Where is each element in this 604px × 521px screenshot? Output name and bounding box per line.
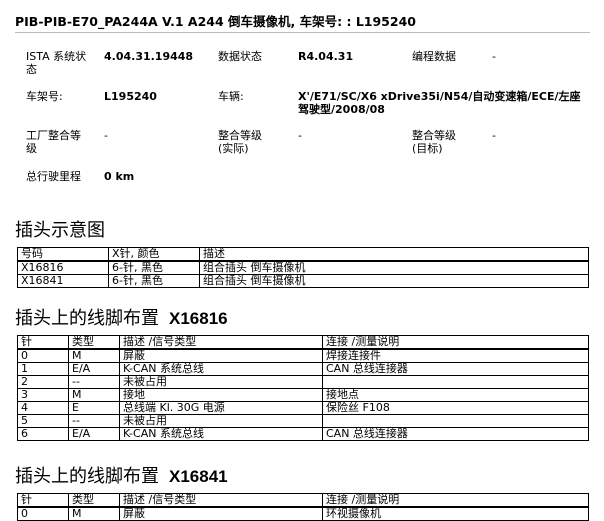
table-cell: 2 [17,375,69,389]
mileage-label: 总行驶里程 [26,170,81,183]
vehicle-value: X'/E71/SC/X6 xDrive35i/N54/自动变速箱/ECE/左座驾… [298,90,581,116]
table-row: 0 M 屏蔽 环视摄像机 [17,506,589,521]
table-row: 3 M 接地 接地点 [17,388,589,402]
table-cell [322,375,589,389]
column-header: 连接 /测量说明 [322,335,589,350]
table-cell: E/A [68,427,120,441]
table-cell: 组合插头 倒车摄像机 [199,274,589,288]
table-cell: 未被占用 [119,414,323,428]
table-header-row: 号码 X针, 颜色 描述 [17,247,589,262]
column-header: 描述 [199,247,589,262]
table-cell: 0 [17,506,69,521]
ista-status-label: ISTA 系统状态 [26,50,87,76]
target-integration-label: 整合等级 (目标) [412,129,456,155]
column-header: 类型 [68,493,120,508]
title-divider [15,32,590,33]
factory-integration-label: 工厂整合等级 [26,129,81,155]
table-cell: 未被占用 [119,375,323,389]
table-cell: E/A [68,362,120,376]
pinout-table: 针 类型 描述 /信号类型 连接 /测量说明 0 M 屏蔽 焊接连接件 1 E/… [17,335,589,441]
vin-value: L195240 [104,90,157,103]
pinout-heading-text: 插头上的线脚布置 [15,308,159,329]
table-cell: M [68,388,120,402]
table-cell: X16841 [17,274,109,288]
column-header: 连接 /测量说明 [322,493,589,508]
table-cell: 6-针, 黑色 [108,260,200,275]
table-cell: M [68,348,120,363]
table-cell: 总线端 Kl. 30G 电源 [119,401,323,415]
table-cell: CAN 总线连接器 [322,362,589,376]
table-cell: 环视摄像机 [322,506,589,521]
data-status-label: 数据状态 [218,50,262,63]
table-row: 0 M 屏蔽 焊接连接件 [17,348,589,363]
column-header: 针 [17,493,69,508]
table-cell: CAN 总线连接器 [322,427,589,441]
table-row: 5 -- 未被占用 [17,414,589,428]
table-cell: 6-针, 黑色 [108,274,200,288]
vehicle-label: 车辆: [218,90,244,103]
programming-data-label: 编程数据 [412,50,456,63]
pinout-heading: 插头上的线脚布置 X16841 [15,462,228,488]
connector-code: X16841 [169,467,228,486]
table-cell: K-CAN 系统总线 [119,427,323,441]
connector-table: 号码 X针, 颜色 描述 X16816 6-针, 黑色 组合插头 倒车摄像机 X… [17,247,589,288]
connector-diagram-heading: 插头示意图 [15,216,105,242]
table-header-row: 针 类型 描述 /信号类型 连接 /测量说明 [17,335,589,350]
table-cell: M [68,506,120,521]
table-cell: 接地 [119,388,323,402]
table-row: X16816 6-针, 黑色 组合插头 倒车摄像机 [17,260,589,275]
table-cell: 焊接连接件 [322,348,589,363]
table-cell: 屏蔽 [119,506,323,521]
column-header: X针, 颜色 [108,247,200,262]
table-cell: K-CAN 系统总线 [119,362,323,376]
actual-integration-label: 整合等级 (实际) [218,129,262,155]
table-cell: 0 [17,348,69,363]
table-cell: 4 [17,401,69,415]
column-header: 类型 [68,335,120,350]
programming-data-value: - [492,50,496,63]
ista-status-value: 4.04.31.19448 [104,50,194,63]
actual-integration-value: - [298,129,302,142]
factory-integration-value: - [104,129,108,142]
pinout-heading: 插头上的线脚布置 X16816 [15,304,228,330]
table-row: 1 E/A K-CAN 系统总线 CAN 总线连接器 [17,362,589,376]
table-cell: -- [68,414,120,428]
table-cell: 保险丝 F108 [322,401,589,415]
pinout-table: 针 类型 描述 /信号类型 连接 /测量说明 0 M 屏蔽 环视摄像机 [17,493,589,521]
table-cell: 1 [17,362,69,376]
table-cell: 5 [17,414,69,428]
table-cell [322,414,589,428]
pinout-heading-text: 插头上的线脚布置 [15,466,159,487]
column-header: 针 [17,335,69,350]
data-status-value: R4.04.31 [298,50,354,63]
column-header: 描述 /信号类型 [119,493,323,508]
table-cell: -- [68,375,120,389]
target-integration-value: - [492,129,496,142]
table-cell: 接地点 [322,388,589,402]
table-row: X16841 6-针, 黑色 组合插头 倒车摄像机 [17,274,589,288]
table-header-row: 针 类型 描述 /信号类型 连接 /测量说明 [17,493,589,508]
table-cell: E [68,401,120,415]
column-header: 描述 /信号类型 [119,335,323,350]
table-row: 2 -- 未被占用 [17,375,589,389]
table-row: 4 E 总线端 Kl. 30G 电源 保险丝 F108 [17,401,589,415]
table-cell: 组合插头 倒车摄像机 [199,260,589,275]
table-cell: 3 [17,388,69,402]
document-title: PIB-PIB-E70_PA244A V.1 A244 倒车摄像机, 车架号: … [15,14,416,29]
column-header: 号码 [17,247,109,262]
vin-label: 车架号: [26,90,63,103]
table-cell: X16816 [17,260,109,275]
connector-code: X16816 [169,309,228,328]
table-row: 6 E/A K-CAN 系统总线 CAN 总线连接器 [17,427,589,441]
table-cell: 6 [17,427,69,441]
connector-diagram-heading-text: 插头示意图 [15,220,105,241]
table-cell: 屏蔽 [119,348,323,363]
mileage-value: 0 km [104,170,135,183]
